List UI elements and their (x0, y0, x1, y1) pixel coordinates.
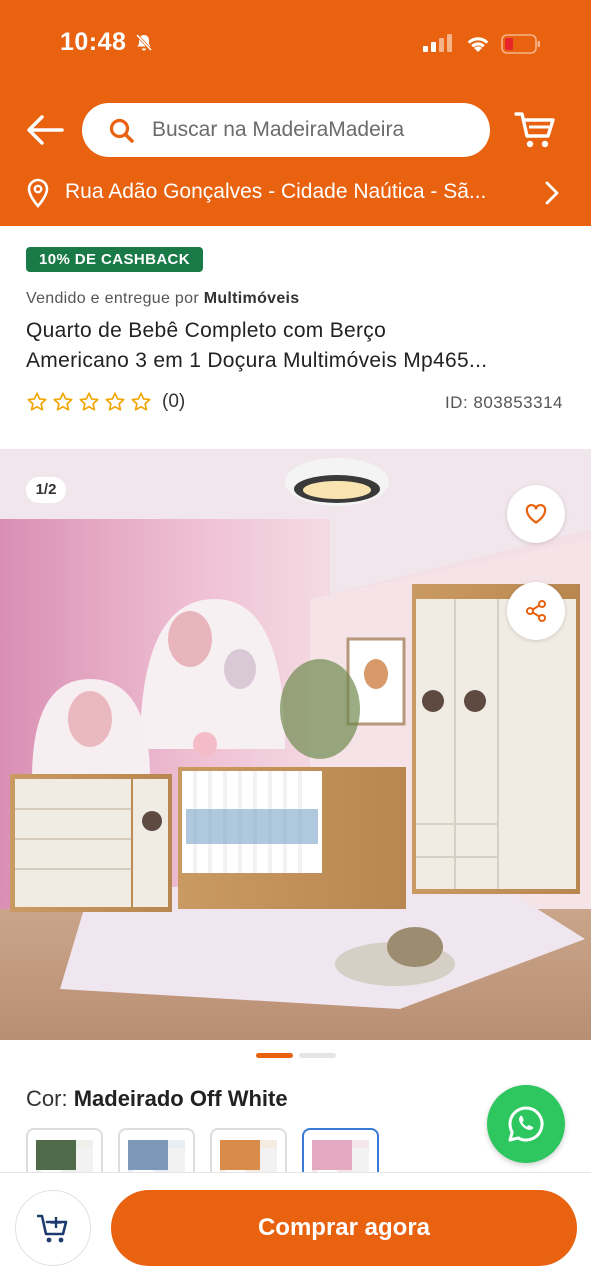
bottom-action-bar: Comprar agora (0, 1172, 591, 1280)
carousel-dot-active[interactable] (256, 1053, 293, 1058)
back-arrow-icon[interactable] (24, 112, 64, 148)
color-label: Cor: (26, 1086, 68, 1111)
whatsapp-button[interactable] (487, 1085, 565, 1163)
cashback-badge: 10% DE CASHBACK (26, 247, 204, 272)
seller-prefix: Vendido e entregue por (26, 290, 199, 307)
star-icon (105, 392, 125, 411)
favorite-button[interactable] (507, 485, 565, 543)
search-input[interactable]: Buscar na MadeiraMadeira (82, 103, 490, 157)
buy-now-button[interactable]: Comprar agora (111, 1190, 577, 1266)
color-selector-label: Cor: Madeirado Off White (26, 1086, 288, 1112)
star-icon (53, 392, 73, 411)
star-icon (27, 392, 47, 411)
add-cart-icon (37, 1214, 68, 1243)
color-value: Madeirado Off White (73, 1086, 288, 1111)
app-header: 10:48 Buscar na MadeiraMadeira Rua Adão … (0, 0, 591, 226)
whatsapp-icon (508, 1106, 544, 1142)
wifi-icon (467, 37, 489, 52)
share-icon (526, 600, 546, 622)
add-to-cart-button[interactable] (15, 1190, 91, 1266)
rating-stars[interactable]: (0) (26, 391, 185, 413)
signal-icon (423, 34, 452, 52)
heart-icon (525, 503, 547, 524)
product-photo (0, 449, 591, 1040)
address-text: Rua Adão Gonçalves - Cidade Naútica - Sã… (65, 180, 487, 203)
status-time: 10:48 (60, 28, 127, 56)
product-id: ID: 803853314 (444, 393, 563, 412)
product-title-line1: Quarto de Bebê Completo com Berço (26, 319, 387, 342)
search-placeholder: Buscar na MadeiraMadeira (152, 118, 405, 141)
delivery-address[interactable]: Rua Adão Gonçalves - Cidade Naútica - Sã… (24, 174, 569, 212)
image-pager: 1/2 (26, 477, 66, 503)
star-icon (131, 392, 151, 411)
product-title-line2: Americano 3 em 1 Doçura Multimóveis Mp46… (26, 349, 488, 372)
share-button[interactable] (507, 582, 565, 640)
carousel-dot[interactable] (299, 1053, 336, 1058)
star-icon (79, 392, 99, 411)
seller-name[interactable]: Multimóveis (204, 290, 300, 307)
product-title: Quarto de Bebê Completo com Berço Americ… (26, 316, 571, 376)
battery-icon (501, 34, 540, 54)
cart-icon[interactable] (514, 110, 556, 150)
chevron-right-icon (545, 181, 559, 205)
rating-count: (0) (162, 391, 186, 412)
bell-muted-icon (135, 33, 153, 52)
location-pin-icon (27, 178, 49, 208)
product-image-carousel[interactable]: 1/2 (0, 449, 591, 1040)
carousel-indicator (256, 1053, 336, 1058)
seller-info: Vendido e entregue por Multimóveis (26, 290, 299, 308)
status-bar: 10:48 (0, 0, 591, 88)
search-icon (109, 118, 134, 143)
